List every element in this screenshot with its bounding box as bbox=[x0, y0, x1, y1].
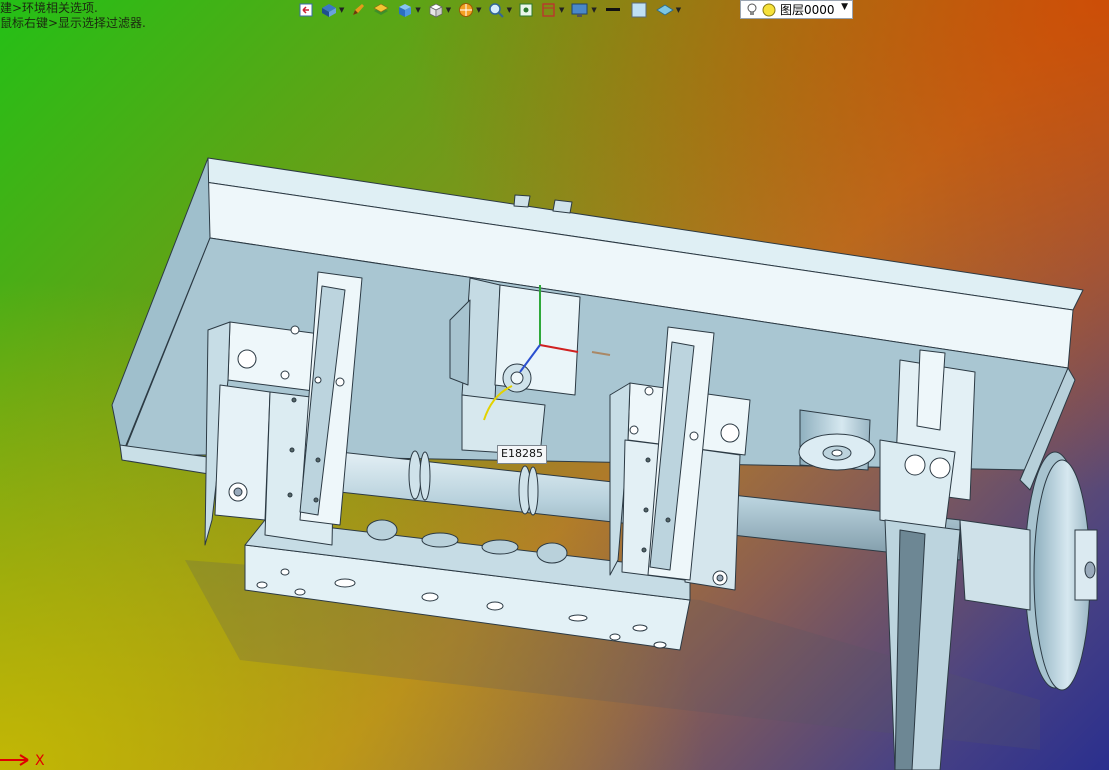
guide-roller[interactable] bbox=[798, 409, 876, 471]
3d-model[interactable] bbox=[0, 0, 1109, 770]
graphics-viewport[interactable]: 建>环境相关选项. 鼠标右键>显示选择过滤器. ▼ ▼ ▼ ▼ ▼ ▼ ▼ ▼ … bbox=[0, 0, 1109, 770]
axis-triad-icon bbox=[0, 754, 29, 766]
entity-tooltip: E18285 bbox=[497, 445, 547, 464]
x-axis-label: X bbox=[35, 753, 45, 769]
